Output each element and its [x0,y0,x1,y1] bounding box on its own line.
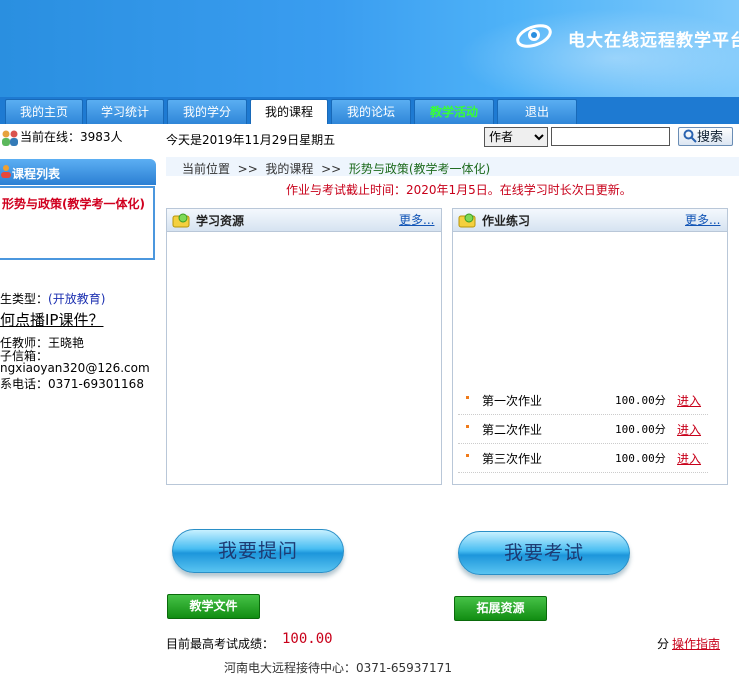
homework-more-link[interactable]: 更多... [685,211,720,228]
resources-title: 学习资源 [196,214,245,228]
homework-score: 100.00分 [615,452,666,465]
breadcrumb-current-course: 形势与政策(教学考一体化) [348,162,491,176]
tab-my-courses[interactable]: 我的课程 [250,99,328,124]
ask-question-button[interactable]: 我要提问 [172,529,344,573]
bullet-icon [466,425,469,428]
homework-score: 100.00分 [615,394,666,407]
phone-number: 系电话：0371-69301168 [0,377,144,391]
tab-home[interactable]: 我的主页 [5,99,83,124]
homework-row: 第三次作业 100.00分 进入 [458,444,708,473]
current-date: 今天是2019年11月29日星期五 [166,133,336,147]
student-type: 生类型：(开放教育) [0,290,105,307]
logo-icon [516,24,552,48]
ip-courseware-help[interactable]: 何点播IP课件？ [0,309,103,330]
search-input[interactable] [551,127,670,146]
search-button-label: 搜索 [697,130,724,145]
tab-study-stats[interactable]: 学习统计 [86,99,164,124]
tab-credits[interactable]: 我的学分 [167,99,247,124]
operation-guide-link[interactable]: 操作指南 [672,635,720,652]
student-type-label: 生类型： [0,292,49,306]
homework-row: 第一次作业 100.00分 进入 [458,386,708,415]
highest-score-label: 目前最高考试成绩： [166,637,275,651]
teaching-files-button[interactable]: 教学文件 [167,594,260,619]
homework-score: 100.00分 [615,423,666,436]
email-address: ngxiaoyan320@126.com [0,361,150,375]
resources-more-link[interactable]: 更多... [399,211,434,228]
homework-row: 第二次作业 100.00分 进入 [458,415,708,444]
breadcrumb: 当前位置 >> 我的课程 >> 形势与政策(教学考一体化) [182,160,490,177]
tab-teaching-activities[interactable]: 教学活动 [414,99,494,124]
tab-forum[interactable]: 我的论坛 [331,99,411,124]
ip-courseware-link[interactable]: 何点播IP课件？ [0,311,103,329]
search-icon [683,129,697,143]
homework-name: 第三次作业 [482,452,543,466]
resources-panel [166,208,442,485]
breadcrumb-separator: >> [237,162,258,176]
breadcrumb-label: 当前位置 [182,162,231,176]
footer-contact: 河南电大远程接待中心：0371-65937171 [224,661,452,675]
score-unit: 分 [657,637,670,651]
online-number: 3983人 [80,130,123,144]
tab-logout[interactable]: 退出 [497,99,577,124]
search-button[interactable]: 搜索 [678,127,733,146]
homework-enter-link[interactable]: 进入 [677,421,701,438]
online-count: 当前在线：3983人 [0,128,123,147]
course-list-title: 课程列表 [12,167,61,181]
folder-icon [458,213,476,228]
users-icon [1,165,11,178]
search-field-select[interactable]: 作者 [484,127,548,147]
main-nav: 我的主页 学习统计 我的学分 我的课程 我的论坛 教学活动 退出 [0,97,739,124]
homework-enter-link[interactable]: 进入 [677,450,701,467]
highest-score-value: 100.00 [282,631,333,647]
bullet-icon [466,396,469,399]
homework-name: 第一次作业 [482,394,543,408]
homework-enter-link[interactable]: 进入 [677,392,701,409]
breadcrumb-separator: >> [321,162,342,176]
extended-resources-button[interactable]: 拓展资源 [454,596,547,621]
take-exam-button[interactable]: 我要考试 [458,531,630,575]
logo-text: 电大在线远程教学平台 [568,31,739,51]
folder-icon [172,213,190,228]
course-item-link[interactable]: 形势与政策(教学考一体化) [2,195,145,212]
bullet-icon [466,454,469,457]
online-label: 当前在线： [20,130,81,144]
users-icon [2,130,18,146]
homework-title: 作业练习 [482,214,531,228]
deadline-notice: 作业与考试截止时间：2020年1月5日。在线学习时长次日更新。 [286,183,632,197]
homework-name: 第二次作业 [482,423,543,437]
breadcrumb-my-courses[interactable]: 我的课程 [265,162,313,176]
student-type-value: (开放教育) [48,292,106,306]
